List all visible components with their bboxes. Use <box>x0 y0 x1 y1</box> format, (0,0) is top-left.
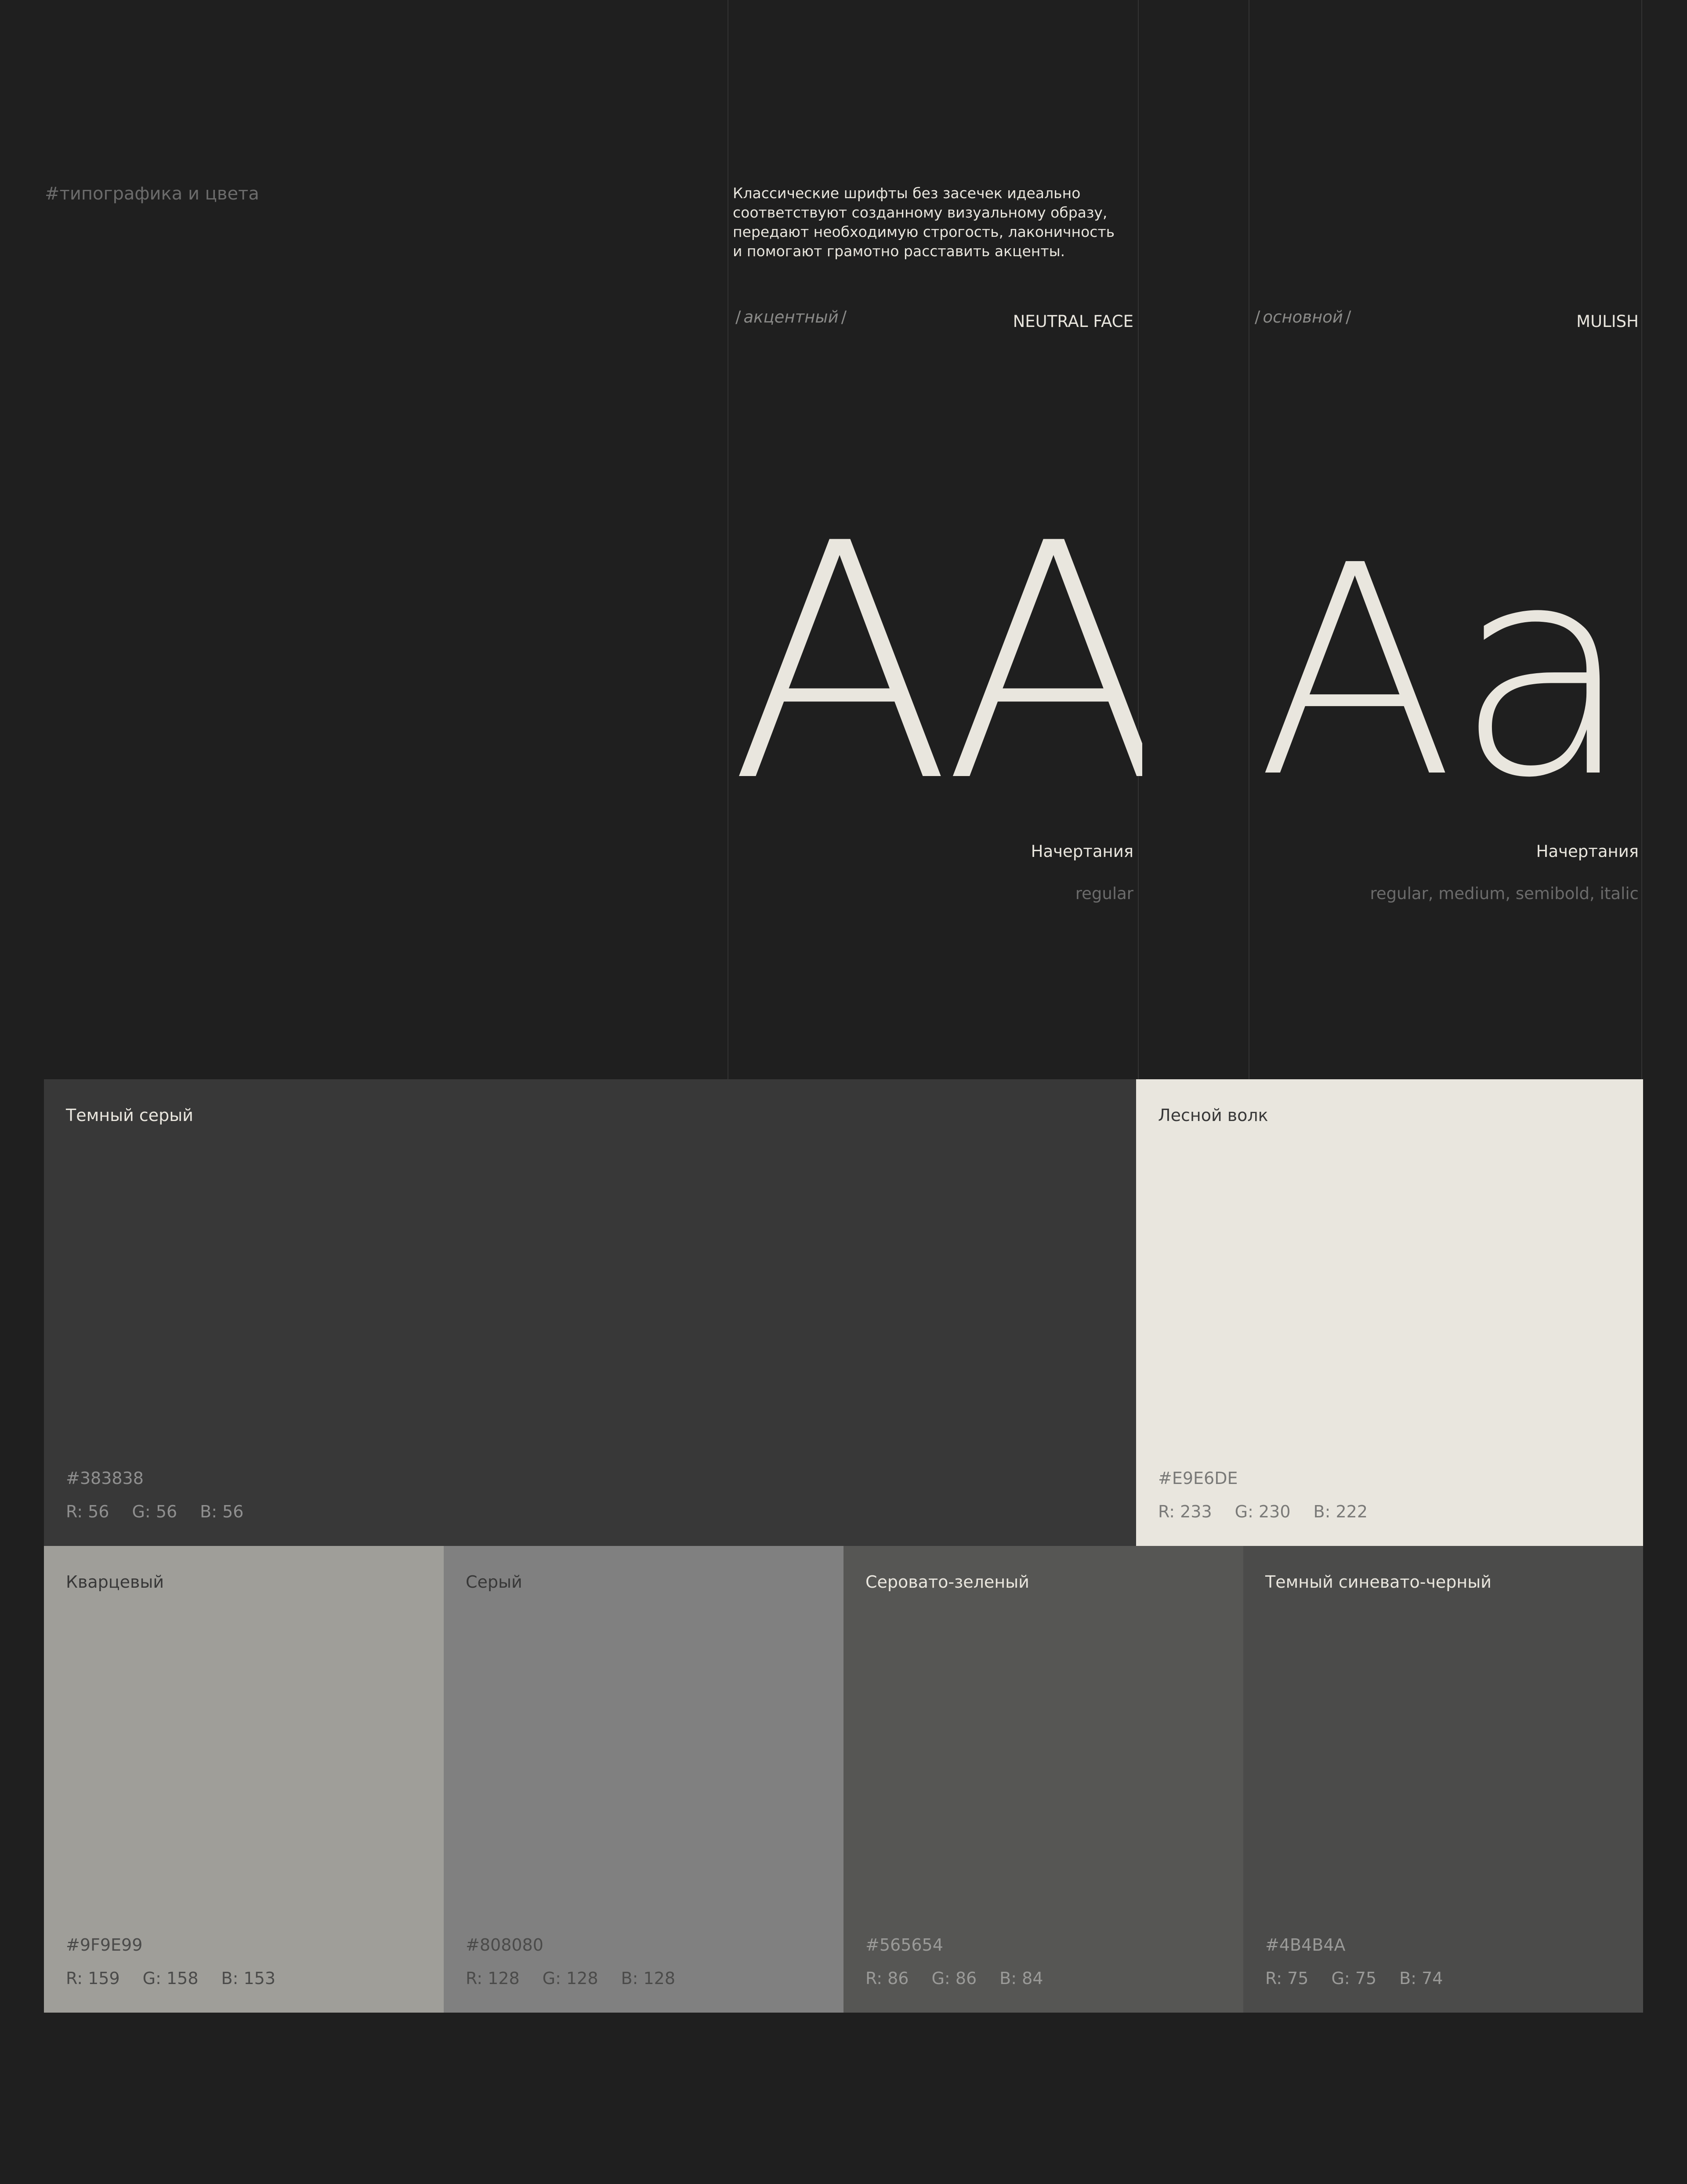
color-g: G: 75 <box>1331 1969 1377 1988</box>
color-swatch-dark-bluish-black: Темный синевато-черный #4B4B4A R: 75 G: 7… <box>1243 1546 1643 2013</box>
color-hex: #4B4B4A <box>1265 1935 1346 1955</box>
section-tag: #типографика и цвета <box>45 184 259 204</box>
color-swatch-grayish-green: Серовато-зеленый #565654 R: 86 G: 86 B: 84 <box>844 1546 1243 2013</box>
font-styles-list: regular <box>1075 884 1133 903</box>
slash-glyph: / <box>1345 308 1351 327</box>
color-name: Лесной волк <box>1158 1106 1268 1125</box>
color-b: B: 222 <box>1313 1502 1368 1521</box>
color-name: Темный синевато-черный <box>1265 1572 1492 1592</box>
description-line: соответствуют созданному визуальному обр… <box>733 204 1108 221</box>
font-sample-mulish: Aa <box>1256 527 1633 791</box>
color-r: R: 75 <box>1265 1969 1309 1988</box>
description-line: и помогают грамотно расставить акценты. <box>733 243 1065 260</box>
color-swatch-quartz: Кварцевый #9F9E99 R: 159 G: 158 B: 153 <box>44 1546 444 2013</box>
font-role-main: / основной / <box>1252 308 1354 327</box>
color-b: B: 153 <box>221 1969 275 1988</box>
color-r: R: 128 <box>466 1969 520 1988</box>
color-g: G: 128 <box>542 1969 598 1988</box>
color-swatch-forest-wolf: Лесной волк #E9E6DE R: 233 G: 230 B: 222 <box>1136 1079 1643 1546</box>
color-hex: #565654 <box>865 1935 943 1955</box>
color-b: B: 74 <box>1399 1969 1443 1988</box>
slash-glyph: / <box>841 308 847 327</box>
font-role-label: акцентный <box>743 308 839 327</box>
color-swatch-dark-gray: Темный серый #383838 R: 56 G: 56 B: 56 <box>44 1079 1136 1546</box>
font-styles-heading: Начертания <box>1536 842 1639 861</box>
font-styles-heading: Начертания <box>1031 842 1133 861</box>
color-b: B: 56 <box>200 1502 244 1521</box>
typography-description: Классические шрифты без засечек идеально… <box>733 184 1128 261</box>
color-hex: #808080 <box>466 1935 543 1955</box>
color-swatch-gray: Серый #808080 R: 128 G: 128 B: 128 <box>444 1546 844 2013</box>
color-g: G: 56 <box>132 1502 177 1521</box>
color-name: Кварцевый <box>66 1572 164 1592</box>
color-b: B: 128 <box>621 1969 675 1988</box>
font-name-mulish: MULISH <box>1576 312 1639 331</box>
color-rgb: R: 128 G: 128 B: 128 <box>466 1969 698 1988</box>
color-hex: #383838 <box>66 1469 144 1488</box>
color-name: Серовато-зеленый <box>865 1572 1029 1592</box>
slash-glyph: / <box>1255 308 1260 327</box>
color-r: R: 233 <box>1158 1502 1212 1521</box>
font-role-label: основной <box>1263 308 1343 327</box>
color-name: Темный серый <box>66 1106 193 1125</box>
font-styles-list: regular, medium, semibold, italic <box>1370 884 1639 903</box>
description-line: передают необходимую строгость, лаконичн… <box>733 223 1115 240</box>
font-name-neutral-face: NEUTRAL FACE <box>1013 312 1133 331</box>
color-b: B: 84 <box>999 1969 1043 1988</box>
color-rgb: R: 56 G: 56 B: 56 <box>66 1502 266 1521</box>
color-r: R: 159 <box>66 1969 120 1988</box>
color-r: R: 56 <box>66 1502 109 1521</box>
font-sample-neutral-face: AA <box>729 501 1142 782</box>
color-g: G: 230 <box>1234 1502 1291 1521</box>
color-hex: #E9E6DE <box>1158 1469 1238 1488</box>
description-line: Классические шрифты без засечек идеально <box>733 185 1081 202</box>
color-hex: #9F9E99 <box>66 1935 143 1955</box>
color-rgb: R: 75 G: 75 B: 74 <box>1265 1969 1466 1988</box>
color-r: R: 86 <box>865 1969 909 1988</box>
font-role-accent: / акцентный / <box>733 308 849 327</box>
color-name: Серый <box>466 1572 522 1592</box>
color-rgb: R: 233 G: 230 B: 222 <box>1158 1502 1390 1521</box>
color-rgb: R: 159 G: 158 B: 153 <box>66 1969 298 1988</box>
color-rgb: R: 86 G: 86 B: 84 <box>865 1969 1066 1988</box>
color-g: G: 158 <box>142 1969 199 1988</box>
slash-glyph: / <box>735 308 741 327</box>
color-g: G: 86 <box>931 1969 977 1988</box>
